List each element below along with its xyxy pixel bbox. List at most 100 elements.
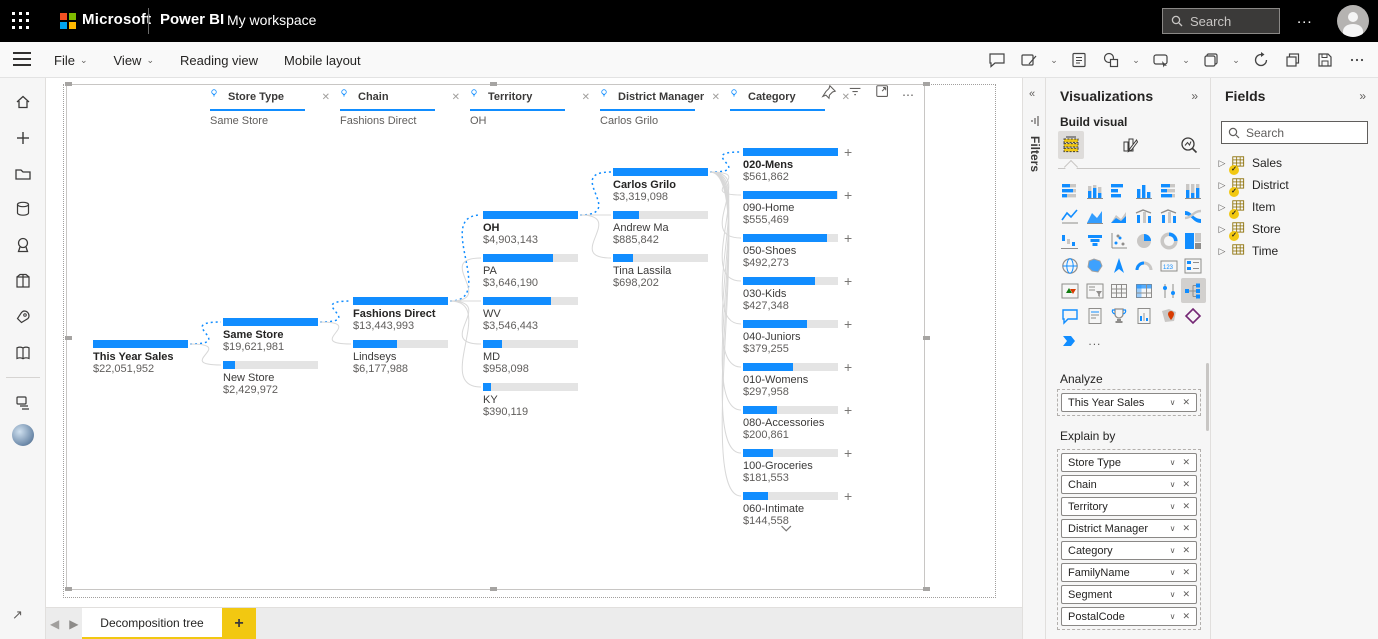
tree-node-carlos-grilo[interactable]: Carlos Grilo $3,319,098 [613,168,733,203]
microsoft-logo[interactable] [60,13,76,29]
learn-icon[interactable] [11,341,35,365]
remove-field-icon[interactable]: ✕ [1182,397,1190,408]
node-bar[interactable]: + [743,316,852,332]
node-bar[interactable] [483,383,578,391]
expand-chevron-icon[interactable]: ▷ [1217,202,1227,213]
expand-node-icon[interactable]: + [844,402,852,418]
comment-icon[interactable] [984,47,1010,73]
avatar[interactable] [1337,5,1369,37]
tree-node-050-shoes[interactable]: +050-Shoes $492,273 [743,230,863,269]
collapse-fields-icon[interactable]: » [1359,89,1366,103]
show-more-chevron-icon[interactable] [779,523,795,542]
visual-type-line-and-clustered-column-chart[interactable] [1156,203,1181,228]
field-pill-this-year-sales[interactable]: This Year Sales ∨ ✕ [1061,393,1197,412]
node-bar[interactable] [613,211,708,219]
chevron-down-icon[interactable]: ⌄ [1130,55,1142,66]
visual-type-arcgis-map[interactable] [1156,303,1181,328]
visual-type-filled-map[interactable] [1083,253,1108,278]
menu-item-reading-view[interactable]: Reading view [180,53,258,68]
refresh-icon[interactable] [1248,47,1274,73]
create-icon[interactable] [11,126,35,150]
workspace-name[interactable]: My workspace [227,12,316,28]
node-bar[interactable]: + [743,187,852,203]
expand-node-icon[interactable]: + [844,187,852,203]
fields-table-district[interactable]: ▷ ✓ District [1217,174,1372,197]
node-bar[interactable] [483,211,578,219]
expand-node-icon[interactable]: + [844,230,852,246]
collapse-visualizations-icon[interactable]: » [1191,89,1198,103]
waffle-icon[interactable] [12,12,30,30]
expand-chevron-icon[interactable]: ▷ [1217,246,1227,257]
node-bar[interactable] [613,254,708,262]
visual-type-line-chart[interactable] [1058,203,1083,228]
menu-item-file[interactable]: File ⌄ [54,53,88,68]
more-options-icon[interactable]: ... [1297,10,1313,27]
visual-type-gauge[interactable] [1132,253,1157,278]
chevron-down-icon[interactable]: ⌄ [1048,55,1060,66]
field-pill-chain[interactable]: Chain ∨ ✕ [1061,475,1197,494]
visual-type-100-stacked-column-chart[interactable] [1181,178,1206,203]
workspaces-icon[interactable] [11,391,35,415]
visual-type-area-chart[interactable] [1083,203,1108,228]
remove-field-icon[interactable]: ✕ [1182,501,1190,512]
visual-type-multi-row-card[interactable] [1181,253,1206,278]
expand-chevron-icon[interactable]: ▷ [1217,180,1227,191]
visual-type-smart-narrative[interactable] [1083,303,1108,328]
field-pill-familyname[interactable]: FamilyName ∨ ✕ [1061,563,1197,582]
visual-type-kpi[interactable] [1058,278,1083,303]
visual-type-stacked-area-chart[interactable] [1107,203,1132,228]
tree-node-100-groceries[interactable]: +100-Groceries $181,553 [743,445,863,484]
menu-item-view[interactable]: View ⌄ [114,53,155,68]
chevron-down-icon[interactable]: ∨ [1170,590,1176,599]
fields-table-store[interactable]: ▷ ✓ Store [1217,218,1372,241]
remove-field-icon[interactable]: ✕ [1182,611,1190,622]
build-visual-tab[interactable] [1058,131,1084,159]
node-bar[interactable] [483,340,578,348]
tree-node-020-mens[interactable]: +020-Mens $561,862 [743,144,863,183]
node-bar[interactable]: + [743,273,852,289]
nav-hamburger-icon[interactable] [13,52,31,66]
tree-node-md[interactable]: MD $958,098 [483,340,603,375]
node-bar[interactable]: + [743,402,852,418]
tree-node-ky[interactable]: KY $390,119 [483,383,603,418]
tree-node-this-year-sales[interactable]: This Year Sales $22,051,952 [93,340,213,375]
field-pill-category[interactable]: Category ∨ ✕ [1061,541,1197,560]
visual-type-100-stacked-bar-chart[interactable] [1156,178,1181,203]
visual-type-qa-visual[interactable] [1058,303,1083,328]
node-bar[interactable] [223,318,318,326]
tree-node-010-womens[interactable]: +010-Womens $297,958 [743,359,863,398]
search-box[interactable]: Search [1162,8,1280,34]
page-tab-decomposition-tree[interactable]: Decomposition tree [82,608,222,639]
visual-type-waterfall-chart[interactable] [1058,228,1083,253]
visual-type-power-automate[interactable] [1058,328,1083,353]
browse-icon[interactable] [11,162,35,186]
tree-node-oh[interactable]: OH $4,903,143 [483,211,603,246]
node-bar[interactable]: + [743,144,852,160]
tree-node-lindseys[interactable]: Lindseys $6,177,988 [353,340,473,375]
visual-type-decomposition-tree[interactable] [1180,278,1206,303]
fields-search-input[interactable]: Search [1221,121,1368,144]
filters-pane-title[interactable]: Filters [1028,136,1042,172]
field-pill-postalcode[interactable]: PostalCode ∨ ✕ [1061,607,1197,626]
fields-table-time[interactable]: ▷ Time [1217,240,1372,262]
menu-item-mobile-layout[interactable]: Mobile layout [284,53,361,68]
visual-type-stacked-bar-chart[interactable] [1058,178,1083,203]
add-page-button[interactable]: + [222,608,256,639]
expand-node-icon[interactable]: + [844,144,852,160]
field-pill-segment[interactable]: Segment ∨ ✕ [1061,585,1197,604]
node-bar[interactable] [483,297,578,305]
tree-node-pa[interactable]: PA $3,646,190 [483,254,603,289]
save-icon[interactable] [1312,47,1338,73]
fields-table-sales[interactable]: ▷ ✓ Sales [1217,152,1372,175]
expand-chevron-icon[interactable]: ▷ [1217,158,1227,169]
next-page-icon[interactable]: ▶ [69,617,78,631]
tree-node-060-intimate[interactable]: +060-Intimate $144,558 [743,488,863,527]
visual-type-table[interactable] [1107,278,1132,303]
expand-node-icon[interactable]: + [844,359,852,375]
expand-node-icon[interactable]: + [844,445,852,461]
fields-table-item[interactable]: ▷ ✓ Item [1217,196,1372,219]
tree-node-030-kids[interactable]: +030-Kids $427,348 [743,273,863,312]
visual-type-paginated-report[interactable] [1132,303,1157,328]
node-bar[interactable] [613,168,708,176]
visual-type-card[interactable]: 123 [1156,253,1181,278]
